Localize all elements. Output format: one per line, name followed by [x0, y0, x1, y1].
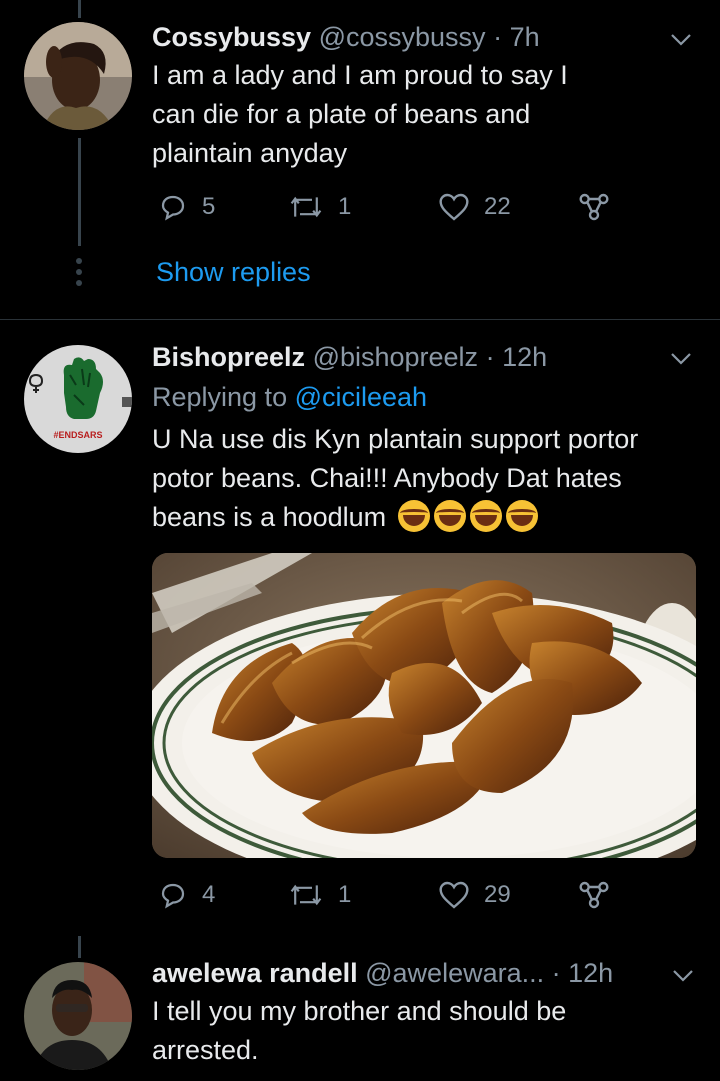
display-name[interactable]: Bishopreelz [152, 342, 305, 372]
user-handle[interactable]: @awelewara... [365, 958, 544, 988]
tweet-text: I tell you my brother and should be arre… [152, 996, 567, 1065]
share-icon [579, 193, 609, 221]
chevron-down-icon[interactable] [668, 26, 694, 52]
heart-icon [439, 881, 469, 909]
reply-button[interactable]: 5 [158, 192, 215, 222]
tweet-photo-plantain[interactable] [152, 553, 696, 858]
tweet[interactable]: Bishopreelz @bishopreelz · 12h Replying … [152, 340, 720, 537]
tweet-header: Bishopreelz @bishopreelz · 12h [152, 340, 720, 374]
face-with-tears-of-joy-icon [397, 500, 430, 532]
tweet-text: I am a lady and I am proud to say I can … [152, 60, 568, 168]
avatar[interactable] [24, 22, 132, 130]
face-with-tears-of-joy-icon [505, 500, 538, 532]
like-button[interactable]: 29 [438, 880, 511, 910]
divider [0, 319, 720, 320]
tweet-text: U Na use dis Kyn plantain support portor… [152, 424, 639, 532]
face-with-tears-of-joy-icon [433, 500, 466, 532]
reply-icon [161, 195, 185, 221]
tweet[interactable]: Cossybussy @cossybussy · 7h I am a lady … [152, 20, 720, 173]
replying-to: Replying to @cicileeah [152, 382, 428, 412]
user-handle[interactable]: @cossybussy [319, 22, 486, 52]
heart-icon [439, 193, 469, 221]
reply-button[interactable]: 4 [158, 880, 215, 910]
timestamp[interactable]: · 12h [486, 342, 548, 372]
thread-line [78, 936, 81, 958]
retweet-button[interactable]: 1 [288, 192, 351, 222]
show-replies-link[interactable]: Show replies [156, 257, 311, 288]
avatar[interactable]: #ENDSARS [24, 345, 132, 453]
tweet[interactable]: awelewa randell @awelewara... · 12h I te… [152, 956, 720, 1070]
retweet-count: 1 [338, 193, 352, 220]
like-count: 22 [484, 193, 511, 220]
like-button[interactable]: 22 [438, 192, 511, 222]
thread-line [78, 138, 81, 246]
tweet-actions: 5 1 22 [152, 192, 622, 232]
reply-icon [161, 883, 185, 909]
avatar[interactable] [24, 962, 132, 1070]
reply-count: 4 [202, 881, 216, 908]
share-icon [579, 881, 609, 909]
reply-count: 5 [202, 193, 216, 220]
tweet-header: awelewa randell @awelewara... · 12h [152, 956, 720, 990]
thread-line [78, 0, 81, 18]
like-count: 29 [484, 881, 511, 908]
chevron-down-icon[interactable] [670, 962, 696, 988]
retweet-icon [290, 196, 322, 218]
display-name[interactable]: awelewa randell [152, 958, 358, 988]
avatar-badge-text: #ENDSARS [53, 430, 102, 440]
replying-to-link[interactable]: @cicileeah [295, 382, 427, 412]
share-button[interactable] [578, 880, 610, 910]
timestamp[interactable]: · 12h [552, 958, 614, 988]
share-button[interactable] [578, 192, 610, 222]
tweet-actions: 4 1 29 [152, 880, 622, 920]
chevron-down-icon[interactable] [668, 345, 694, 371]
user-handle[interactable]: @bishopreelz [313, 342, 479, 372]
face-with-tears-of-joy-icon [469, 500, 502, 532]
retweet-button[interactable]: 1 [288, 880, 351, 910]
timestamp[interactable]: · 7h [493, 22, 540, 52]
more-replies-dots [73, 258, 85, 291]
display-name[interactable]: Cossybussy [152, 22, 311, 52]
tweet-header: Cossybussy @cossybussy · 7h [152, 20, 720, 54]
retweet-icon [290, 884, 322, 906]
retweet-count: 1 [338, 881, 352, 908]
